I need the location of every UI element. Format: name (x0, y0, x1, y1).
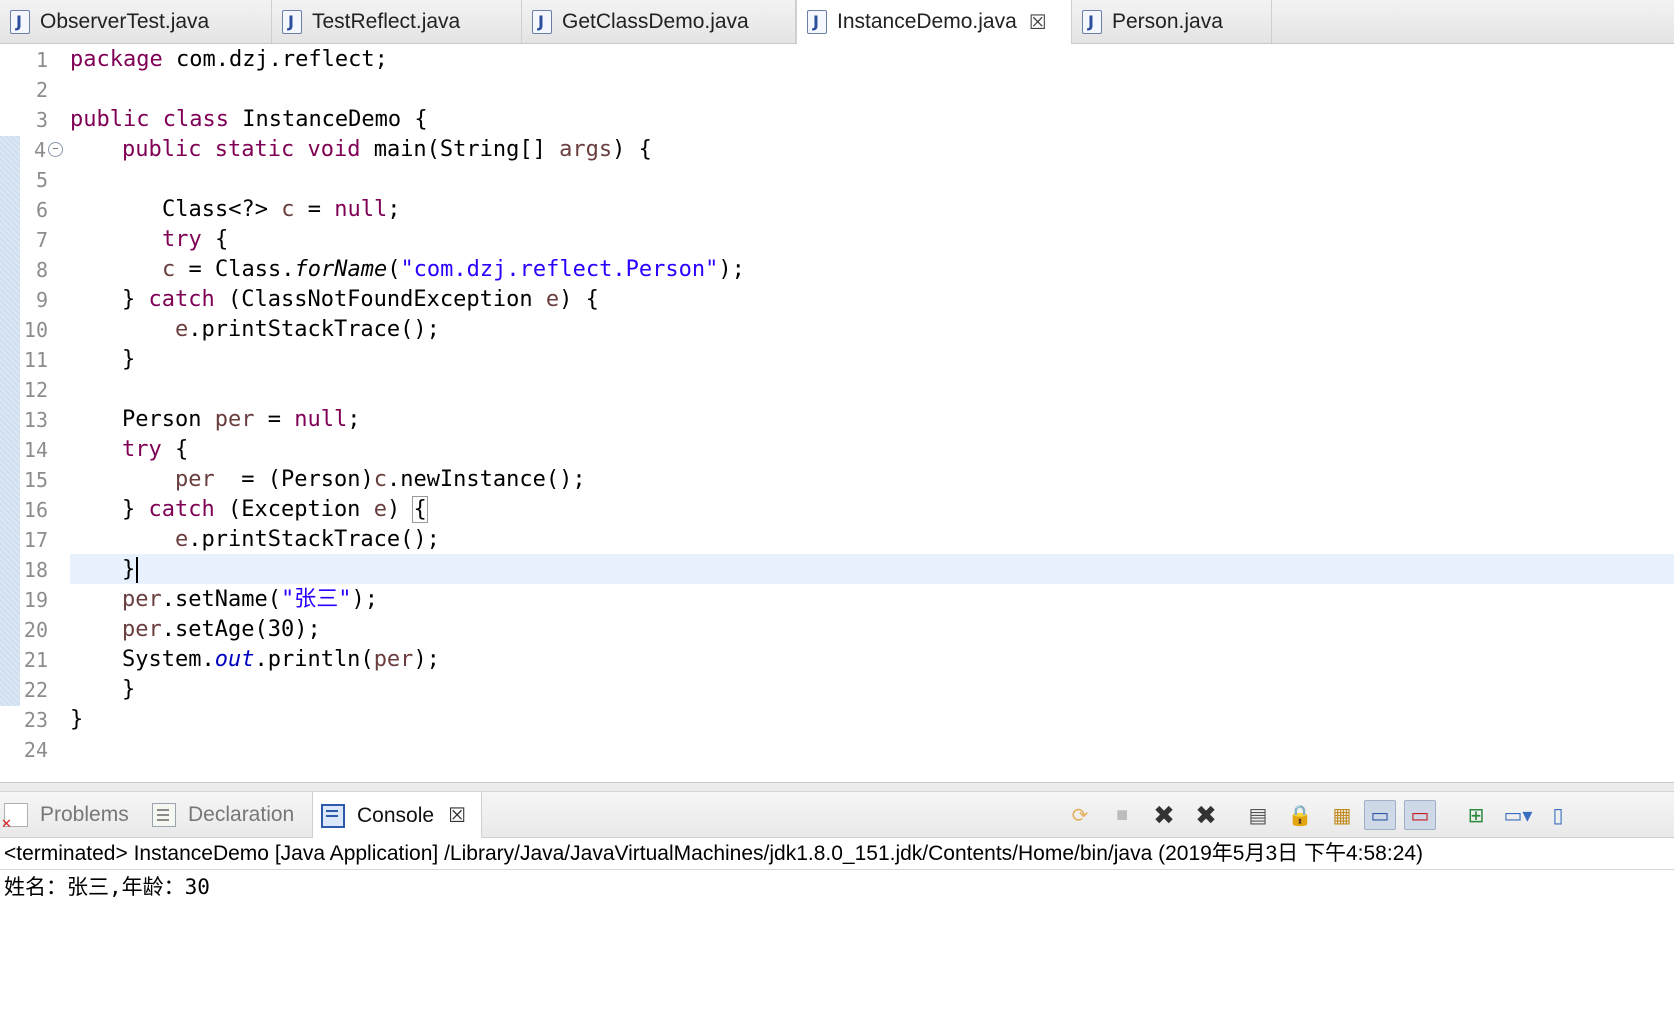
tab-label: ObserverTest.java (40, 9, 210, 33)
tab-declaration[interactable]: Declaration (150, 792, 310, 838)
line-number: 14 (23, 438, 48, 462)
code-editor[interactable]: 1 2 3 4 5 6 7 8 9 10 11 12 13 14 15 16 1… (0, 44, 1674, 782)
code-line-23: } (70, 707, 84, 732)
line-number: 12 (23, 378, 48, 402)
line-number: 22 (23, 678, 48, 702)
tab-label: Person.java (1112, 9, 1223, 33)
code-line-20: per.setAge(30); (122, 617, 321, 642)
current-line-highlight (70, 554, 1674, 584)
clear-console-icon[interactable]: ▤ (1242, 800, 1274, 830)
remove-all-terminated-icon[interactable]: ✖ (1190, 800, 1222, 830)
tab-label: Declaration (188, 803, 295, 826)
code-line-13: Person per = null; (122, 407, 361, 432)
declaration-icon (152, 803, 176, 827)
line-number: 13 (23, 408, 48, 432)
java-file-icon (807, 10, 827, 34)
java-file-icon (282, 9, 302, 34)
tab-person[interactable]: Person.java (1072, 0, 1272, 43)
tab-label: TestReflect.java (312, 9, 461, 33)
tab-label: Problems (40, 803, 129, 826)
matching-bracket: { (412, 496, 428, 523)
open-console-icon[interactable]: ▯ (1546, 800, 1570, 830)
tab-getclassdemo[interactable]: GetClassDemo.java (522, 0, 796, 43)
tab-label: GetClassDemo.java (562, 9, 749, 33)
code-line-21: System.out.println(per); (122, 647, 440, 672)
display-console-icon[interactable]: ▭▾ (1502, 800, 1534, 830)
console-output[interactable]: 姓名：张三,年龄：30 (0, 872, 1674, 902)
show-on-stdout-icon[interactable]: ▭ (1364, 800, 1396, 830)
word-wrap-icon[interactable]: ▦ (1326, 800, 1358, 830)
show-on-stderr-icon[interactable]: ▭ (1404, 800, 1436, 830)
line-number: 23 (23, 708, 48, 732)
pin-link-icon[interactable]: ⟳ (1064, 800, 1096, 830)
tab-label: InstanceDemo.java (837, 10, 1017, 33)
line-number: 5 (35, 168, 48, 192)
code-line-10: e.printStackTrace(); (175, 317, 440, 342)
line-number: 11 (23, 348, 48, 372)
code-line-9: } catch (ClassNotFoundException e) { (122, 287, 599, 312)
line-number: 15 (23, 468, 48, 492)
sash-divider[interactable] (0, 782, 1674, 792)
tab-instancedemo[interactable]: InstanceDemo.java ☒ (796, 0, 1072, 44)
tab-observertest[interactable]: ObserverTest.java (0, 0, 272, 43)
line-number: 18 (23, 558, 48, 582)
code-line-6: Class<?> c = null; (162, 197, 401, 222)
line-number: 24 (23, 738, 48, 762)
code-line-7: try { (162, 227, 229, 252)
code-line-22: } (122, 677, 136, 702)
line-number: 7 (35, 228, 48, 252)
text-caret (136, 557, 139, 583)
line-number: 9 (35, 288, 48, 312)
code-line-11: } (122, 347, 136, 372)
line-number: 4 (33, 138, 46, 162)
line-number: 3 (35, 108, 48, 132)
tab-console[interactable]: Console ☒ (312, 792, 482, 839)
line-number: 8 (35, 258, 48, 282)
line-number: 16 (23, 498, 48, 522)
line-number: 19 (23, 588, 48, 612)
code-line-3: public class InstanceDemo { (70, 107, 428, 132)
tab-problems[interactable]: Problems (0, 792, 146, 838)
pin-console-icon[interactable]: ⊞ (1460, 800, 1492, 830)
terminate-icon[interactable]: ■ (1106, 800, 1138, 830)
line-number: 2 (35, 78, 48, 102)
tab-testreflect[interactable]: TestReflect.java (272, 0, 522, 43)
close-tab-icon[interactable]: ☒ (1029, 10, 1047, 35)
close-tab-icon[interactable]: ☒ (448, 803, 466, 828)
editor-tab-bar: ObserverTest.java TestReflect.java GetCl… (0, 0, 1674, 44)
scroll-lock-icon[interactable]: 🔒 (1284, 800, 1316, 830)
java-file-icon (10, 9, 30, 34)
code-line-4: public static void main(String[] args) { (122, 137, 652, 162)
java-file-icon (532, 9, 552, 34)
line-number: 6 (35, 198, 48, 222)
code-line-1: package com.dzj.reflect; (70, 47, 388, 72)
code-line-18: } (122, 555, 139, 585)
problems-icon (1, 803, 28, 832)
java-file-icon (1082, 9, 1102, 34)
code-line-15: per = (Person)c.newInstance(); (175, 467, 586, 492)
remove-launch-icon[interactable]: ✖ (1148, 800, 1180, 830)
line-number: 20 (23, 618, 48, 642)
code-line-8: c = Class.forName("com.dzj.reflect.Perso… (162, 257, 745, 282)
code-line-16: } catch (Exception e) { (122, 496, 428, 523)
tab-label: Console (357, 803, 435, 827)
console-process-label: <terminated> InstanceDemo [Java Applicat… (0, 838, 1674, 870)
code-line-14: try { (122, 437, 189, 462)
collapse-fold-icon[interactable]: − (48, 142, 63, 157)
console-icon (321, 803, 345, 828)
line-number: 10 (23, 318, 48, 342)
line-number: 1 (35, 48, 48, 72)
line-number: 17 (23, 528, 48, 552)
code-line-19: per.setName("张三"); (122, 587, 378, 612)
code-line-17: e.printStackTrace(); (175, 527, 440, 552)
line-number: 21 (23, 648, 48, 672)
